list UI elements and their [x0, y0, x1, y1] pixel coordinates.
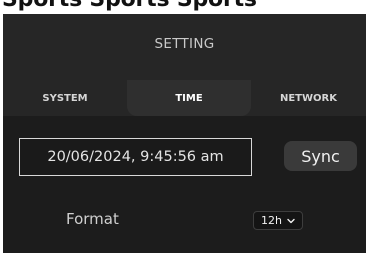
tab-bar: SYSTEM TIME NETWORK	[3, 80, 366, 116]
clipped-heading-text: Sports Sports Sports	[2, 0, 257, 12]
sync-button[interactable]: Sync	[284, 141, 357, 171]
settings-panel: SETTING SYSTEM TIME NETWORK 20/06/2024, …	[3, 14, 366, 253]
tab-network[interactable]: NETWORK	[251, 80, 366, 116]
format-select[interactable]: 12h	[253, 211, 303, 230]
format-select-value: 12h	[261, 214, 282, 227]
datetime-field[interactable]: 20/06/2024, 9:45:56 am	[19, 138, 252, 176]
clipped-top-text: Sports Sports Sports	[0, 0, 369, 14]
chevron-down-icon	[287, 218, 295, 224]
page-title: SETTING	[154, 36, 215, 52]
tab-system[interactable]: SYSTEM	[3, 80, 127, 116]
settings-header: SETTING	[3, 14, 366, 80]
tab-time[interactable]: TIME	[127, 80, 251, 116]
format-label: Format	[66, 210, 119, 228]
